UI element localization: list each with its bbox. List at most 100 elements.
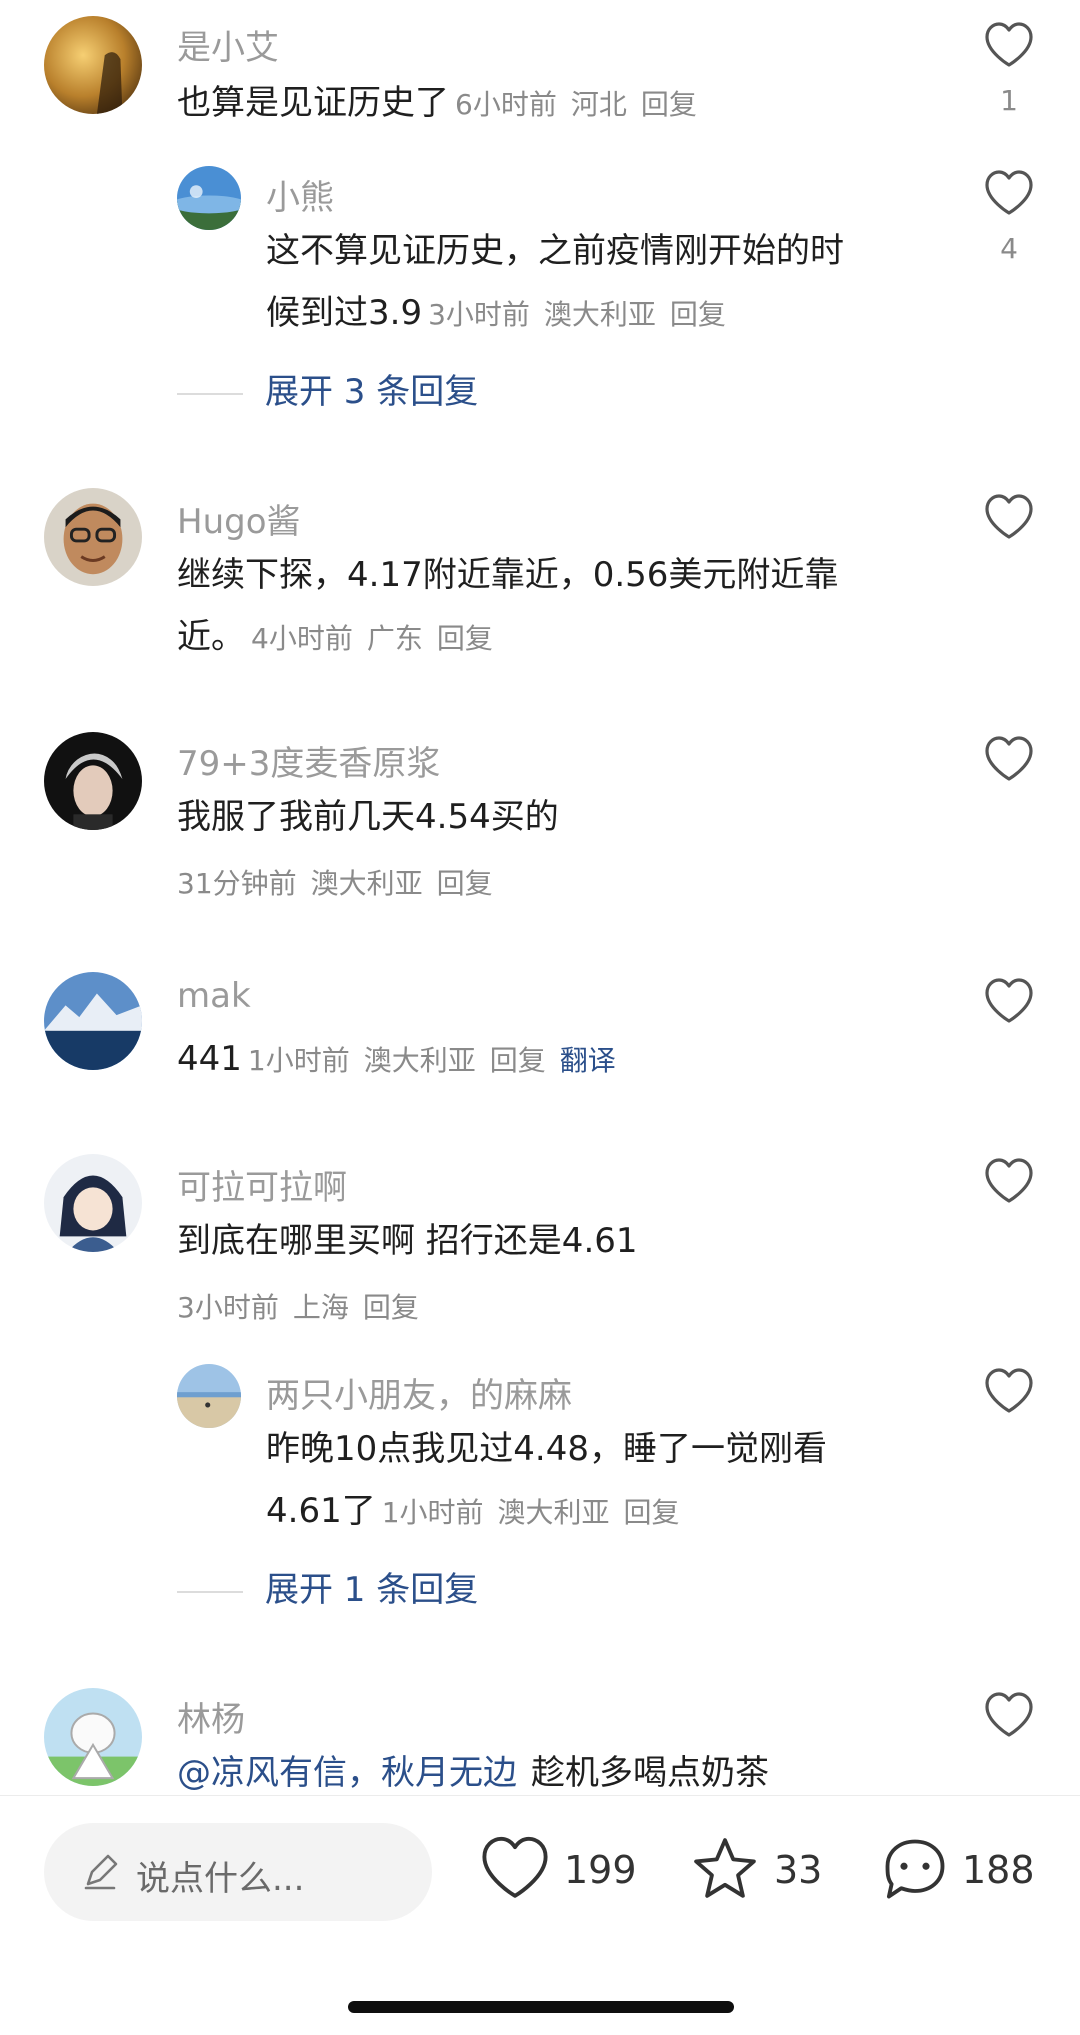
comment-text: @凉风有信，秋月无边 趁机多喝点奶茶	[177, 1742, 977, 1795]
comment-meta: 31分钟前 澳大利亚 回复	[177, 862, 493, 902]
comment-region: 澳大利亚	[363, 1044, 476, 1077]
comment-body-line: 继续下探，4.17附近靠近，0.56美元附近靠	[177, 555, 839, 595]
like-count: 4	[1000, 232, 1018, 265]
heart-icon	[985, 494, 1033, 539]
like-button[interactable]	[984, 22, 1034, 68]
like-count: 199	[564, 1848, 637, 1892]
heart-icon	[985, 170, 1033, 215]
like-count: 1	[1000, 84, 1018, 117]
avatar[interactable]	[44, 732, 142, 830]
comment-meta: 1小时前 澳大利亚 回复	[382, 1496, 680, 1529]
like-button[interactable]	[984, 978, 1034, 1024]
comment-time: 31分钟前	[177, 867, 297, 900]
avatar[interactable]	[44, 16, 142, 114]
expand-replies-label: 展开 1 条回复	[265, 1570, 479, 1610]
comment-author[interactable]: 小熊	[266, 170, 334, 219]
comment-text: 441 1小时前 澳大利亚 回复 翻译	[177, 1028, 937, 1092]
comment-author[interactable]: 可拉可拉啊	[177, 1160, 347, 1209]
comment-list: 是小艾 也算是见证历史了 6小时前 河北 回复 1 小熊 这不算见证历史，之前疫情刚开…	[0, 0, 1080, 1795]
heart-icon	[985, 1158, 1033, 1203]
reply-button[interactable]: 回复	[363, 1291, 419, 1324]
comment-author[interactable]: 79+3度麦香原浆	[177, 736, 440, 785]
heart-icon	[985, 978, 1033, 1023]
comment-text: 我服了我前几天4.54买的	[177, 797, 559, 837]
favorite-button[interactable]: 33	[690, 1830, 830, 1910]
comment-bubble-icon	[885, 1839, 945, 1899]
like-button[interactable]	[984, 170, 1034, 216]
comment-meta: 6小时前 河北 回复	[455, 88, 697, 121]
comment-body-line: 4.61了	[266, 1491, 376, 1531]
favorite-count: 33	[774, 1848, 823, 1892]
star-icon	[694, 1838, 756, 1898]
comment-author[interactable]: 林杨	[177, 1692, 245, 1741]
comment-author[interactable]: mak	[177, 976, 251, 1016]
avatar[interactable]	[44, 972, 142, 1070]
comment-meta: 3小时前 上海 回复	[177, 1286, 419, 1326]
reply-button[interactable]: 回复	[624, 1496, 680, 1529]
comment-text: 昨晚10点我见过4.48，睡了一觉刚看 4.61了 1小时前 澳大利亚 回复	[266, 1418, 946, 1544]
comment-author[interactable]: Hugo酱	[177, 494, 301, 543]
comment-region: 澳大利亚	[497, 1496, 610, 1529]
reply-button[interactable]: 回复	[670, 298, 726, 331]
comment-time: 4小时前	[251, 622, 353, 655]
comment-input-placeholder: 说点什么...	[136, 1859, 305, 1899]
comment-text: 继续下探，4.17附近靠近，0.56美元附近靠 近。 4小时前 广东 回复	[177, 544, 937, 670]
comment-body: 趁机多喝点奶茶	[531, 1753, 769, 1793]
pen-icon	[84, 1854, 118, 1890]
heart-icon	[985, 1368, 1033, 1413]
mention-link[interactable]: @凉风有信，秋月无边	[177, 1753, 517, 1793]
heart-icon	[482, 1836, 548, 1898]
comment-time: 1小时前	[381, 1496, 484, 1529]
comment-input[interactable]: 说点什么...	[44, 1823, 432, 1921]
comments-button[interactable]: 188	[880, 1830, 1050, 1910]
comment-region: 澳大利亚	[543, 298, 656, 331]
comment-body: 也算是见证历史了	[177, 83, 449, 123]
comment-meta: 3小时前 澳大利亚 回复	[428, 298, 726, 331]
comment-body-line: 昨晚10点我见过4.48，睡了一觉刚看	[266, 1429, 827, 1469]
bottom-action-bar: 说点什么... 199 33 188	[0, 1795, 1080, 2035]
reply-button[interactable]: 回复	[437, 622, 493, 655]
translate-button[interactable]: 翻译	[560, 1044, 616, 1077]
like-button[interactable]	[984, 1158, 1034, 1204]
reply-button[interactable]: 回复	[641, 88, 697, 121]
expand-replies-button[interactable]: 展开 1 条回复	[177, 1562, 478, 1611]
comment-body-line: 近。	[177, 617, 245, 657]
comment-region: 河北	[570, 88, 627, 121]
like-button[interactable]	[984, 1692, 1034, 1738]
avatar[interactable]	[44, 488, 142, 586]
comment-body-line: 这不算见证历史，之前疫情刚开始的时	[266, 231, 844, 271]
comment-text: 这不算见证历史，之前疫情刚开始的时 候到过3.9 3小时前 澳大利亚 回复	[266, 220, 946, 346]
comment-author[interactable]: 是小艾	[177, 20, 279, 69]
avatar[interactable]	[44, 1688, 142, 1786]
comment-time: 3小时前	[177, 1291, 279, 1324]
like-button[interactable]	[984, 736, 1034, 782]
avatar[interactable]	[44, 1154, 142, 1252]
avatar[interactable]	[177, 1364, 241, 1428]
comment-author[interactable]: 两只小朋友，的麻麻	[266, 1368, 572, 1417]
comment-time: 3小时前	[428, 298, 530, 331]
comment-body: 441	[177, 1039, 242, 1079]
divider	[177, 392, 243, 395]
comment-region: 上海	[292, 1291, 349, 1324]
avatar[interactable]	[177, 166, 241, 230]
comment-text: 也算是见证历史了 6小时前 河北 回复	[177, 72, 937, 136]
heart-icon	[985, 736, 1033, 781]
like-post-button[interactable]: 199	[480, 1830, 640, 1910]
comment-text: 到底在哪里买啊 招行还是4.61	[177, 1221, 638, 1261]
divider	[177, 1590, 243, 1593]
like-button[interactable]	[984, 1368, 1034, 1414]
reply-button[interactable]: 回复	[490, 1044, 546, 1077]
heart-icon	[985, 1692, 1033, 1737]
heart-icon	[985, 22, 1033, 67]
comment-meta: 4小时前 广东 回复	[251, 622, 493, 655]
comment-region: 广东	[366, 622, 423, 655]
comment-count: 188	[962, 1848, 1035, 1892]
comment-body-line: 候到过3.9	[266, 293, 423, 333]
comment-time: 1小时前	[247, 1044, 350, 1077]
comment-time: 6小时前	[455, 88, 557, 121]
expand-replies-button[interactable]: 展开 3 条回复	[177, 364, 478, 413]
like-button[interactable]	[984, 494, 1034, 540]
expand-replies-label: 展开 3 条回复	[265, 372, 479, 412]
reply-button[interactable]: 回复	[437, 867, 493, 900]
home-indicator	[348, 2001, 734, 2013]
